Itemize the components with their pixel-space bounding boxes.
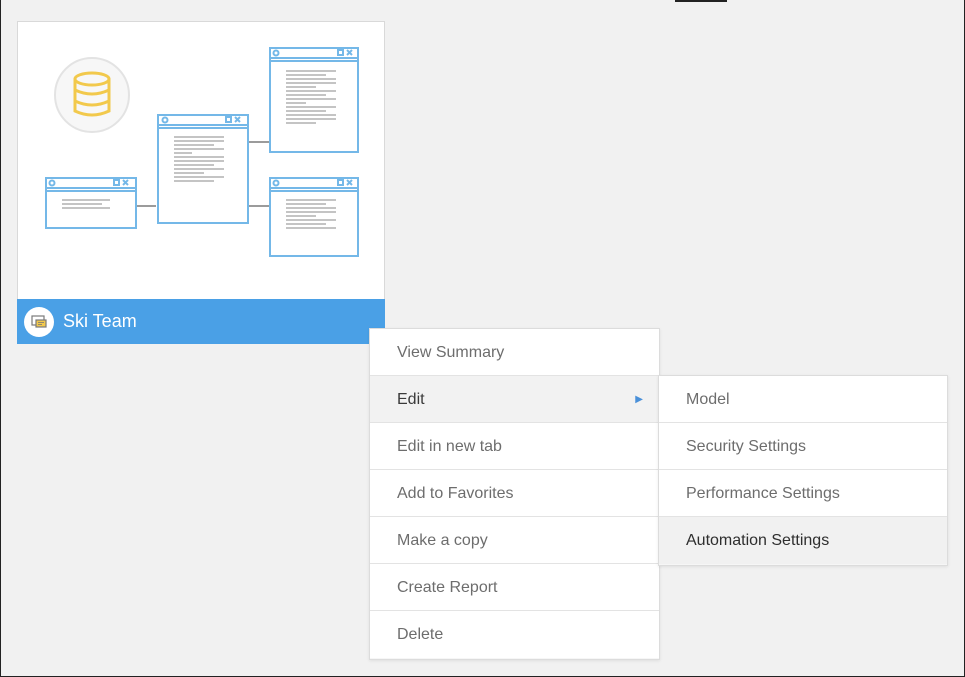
window-illustration-middle [157, 114, 249, 224]
window-illustration-bottom-right [269, 177, 359, 257]
submenu-item-automation-settings[interactable]: Automation Settings [659, 517, 947, 564]
frame-notch [675, 0, 727, 2]
window-illustration-left [45, 177, 137, 229]
submenu-item-label: Model [686, 391, 730, 408]
submenu-item-model[interactable]: Model [659, 376, 947, 423]
submenu-item-label: Automation Settings [686, 532, 830, 549]
window-illustration-top-right [269, 47, 359, 153]
card-illustration [45, 47, 359, 257]
menu-item-label: Create Report [397, 579, 498, 596]
card-footer[interactable]: Ski Team [17, 299, 385, 344]
menu-item-make-a-copy[interactable]: Make a copy [370, 517, 659, 564]
menu-item-edit-in-new-tab[interactable]: Edit in new tab [370, 423, 659, 470]
submenu-item-label: Performance Settings [686, 485, 840, 502]
edit-submenu: Model Security Settings Performance Sett… [658, 375, 948, 566]
view-icon-glyph [31, 314, 47, 328]
menu-item-label: Make a copy [397, 532, 488, 549]
menu-item-create-report[interactable]: Create Report [370, 564, 659, 611]
menu-item-add-to-favorites[interactable]: Add to Favorites [370, 470, 659, 517]
chevron-right-icon: ▶ [635, 394, 643, 405]
menu-item-view-summary[interactable]: View Summary [370, 329, 659, 376]
view-icon [24, 306, 54, 337]
card-title: Ski Team [63, 311, 137, 331]
menu-item-label: View Summary [397, 344, 505, 361]
context-menu: View Summary Edit ▶ Edit in new tab Add … [369, 328, 660, 660]
menu-item-label: Add to Favorites [397, 485, 514, 502]
submenu-item-security-settings[interactable]: Security Settings [659, 423, 947, 470]
submenu-item-label: Security Settings [686, 438, 807, 455]
menu-item-label: Edit in new tab [397, 438, 502, 455]
menu-item-label: Edit [397, 391, 425, 408]
menu-item-edit[interactable]: Edit ▶ [370, 376, 659, 423]
view-card[interactable]: Ski Team [17, 21, 385, 344]
menu-item-label: Delete [397, 626, 444, 643]
submenu-item-performance-settings[interactable]: Performance Settings [659, 470, 947, 517]
menu-item-delete[interactable]: Delete [370, 611, 659, 658]
